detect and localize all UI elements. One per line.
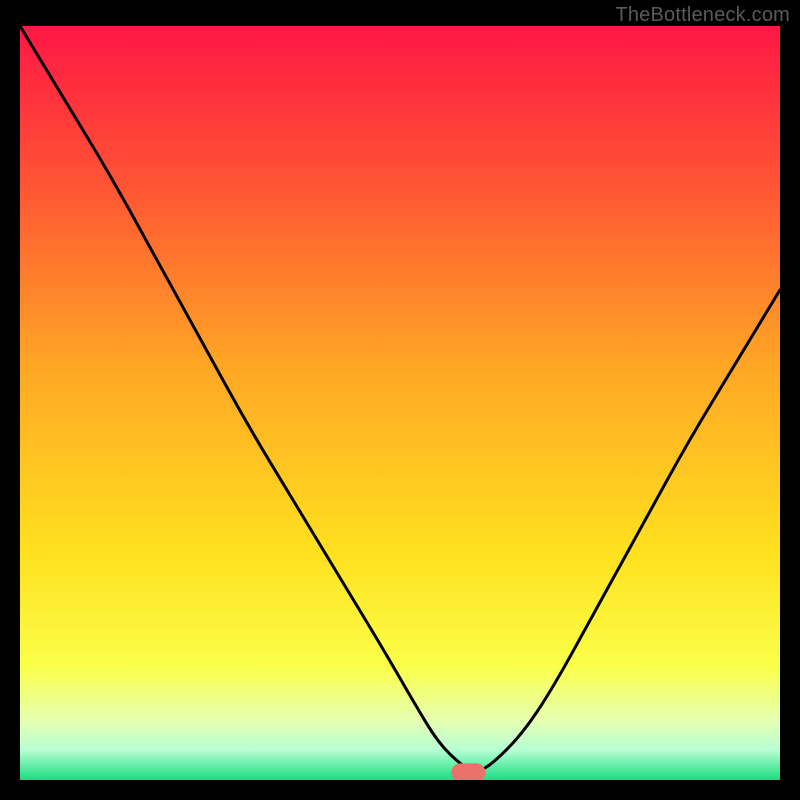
watermark-text: TheBottleneck.com xyxy=(615,4,790,27)
plot-area xyxy=(20,26,780,780)
chart-frame: TheBottleneck.com xyxy=(0,0,800,800)
optimum-marker xyxy=(451,763,485,780)
bottleneck-chart-svg xyxy=(20,26,780,780)
gradient-background xyxy=(20,26,780,780)
